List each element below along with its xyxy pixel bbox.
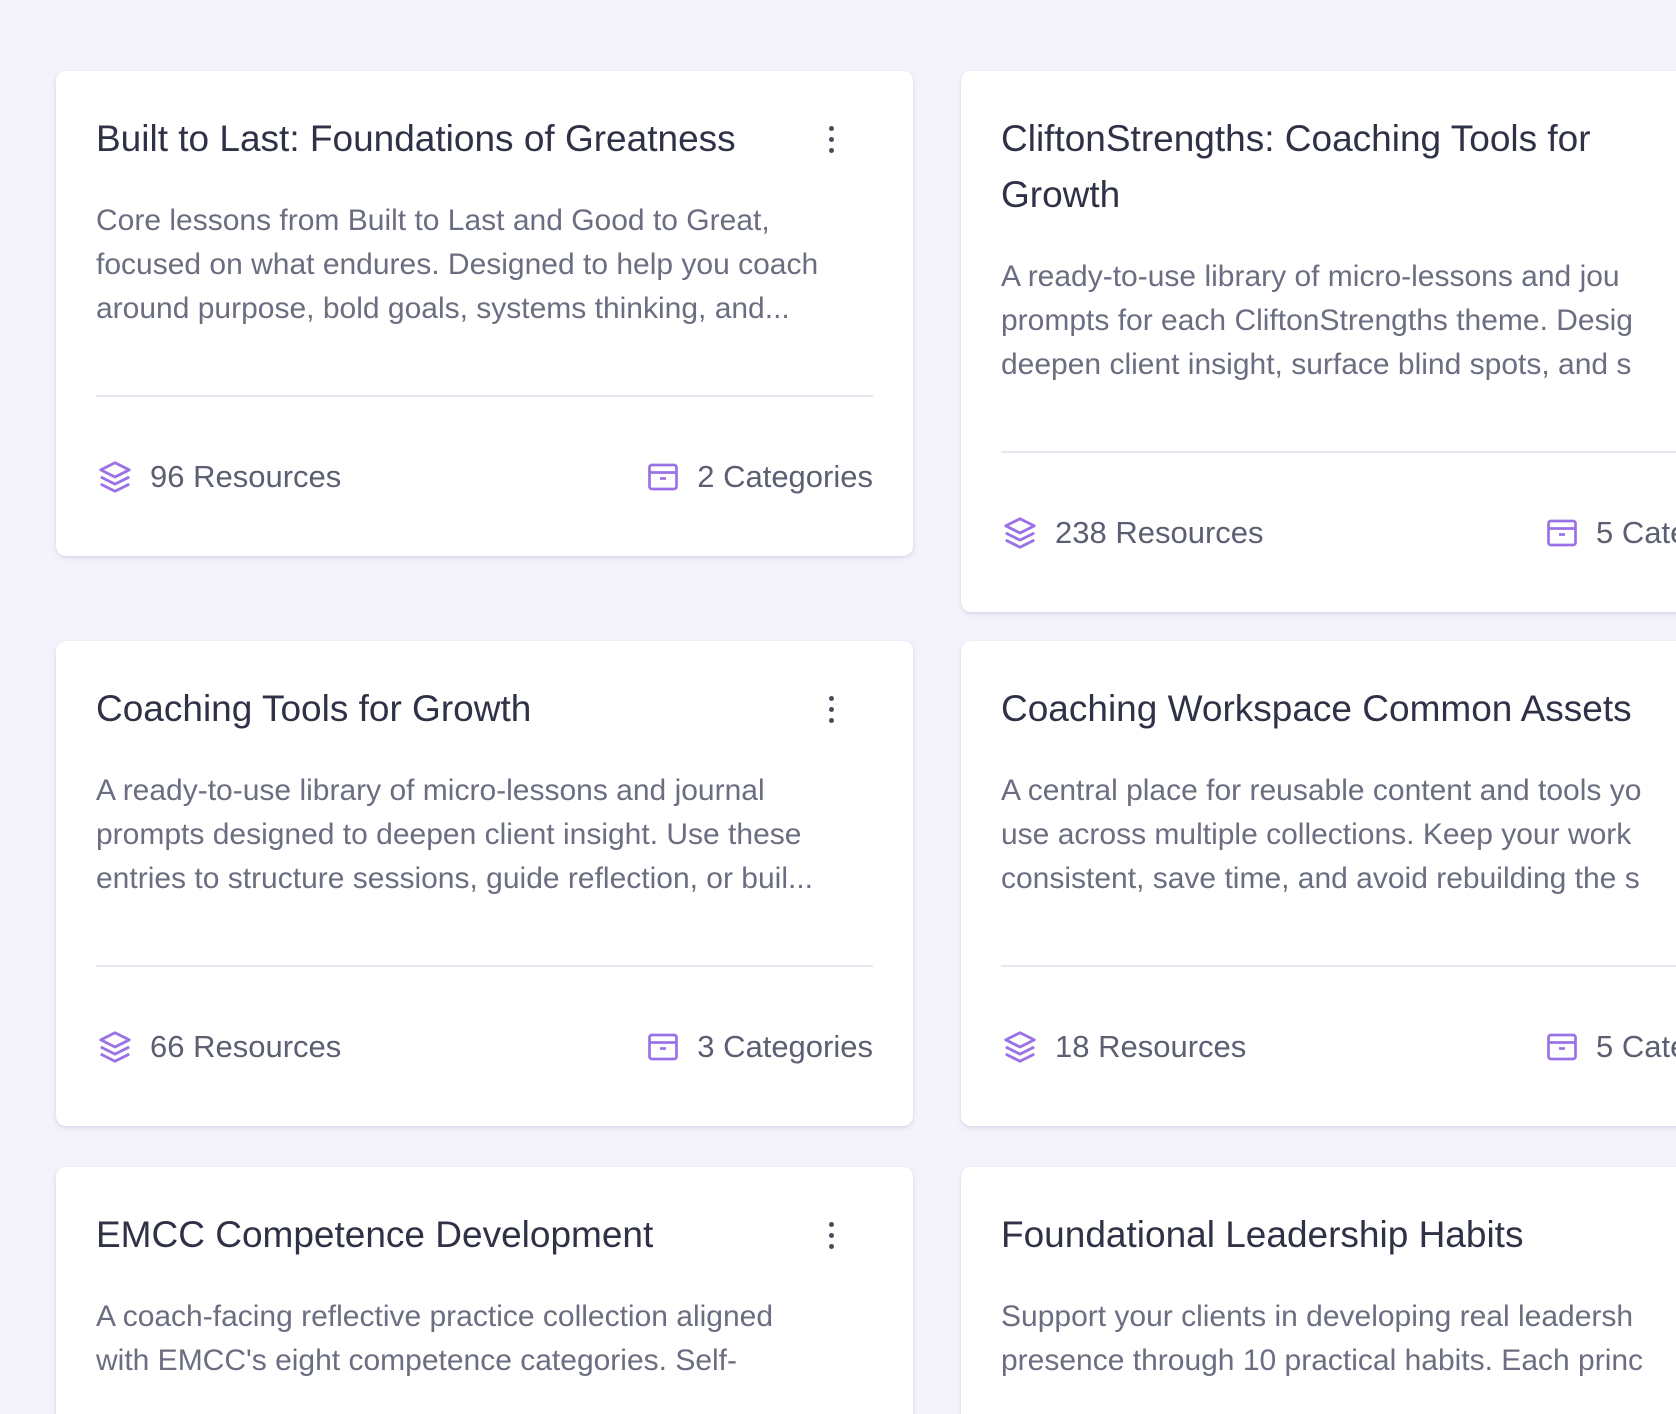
archive-box-icon bbox=[1547, 1033, 1577, 1060]
more-vertical-icon[interactable] bbox=[811, 681, 851, 737]
card-title: CliftonStrengths: Coaching Tools for Gro… bbox=[1001, 118, 1591, 215]
archive-box-icon bbox=[1547, 519, 1577, 546]
resources-count: 18 Resources bbox=[1001, 1028, 1246, 1066]
more-vertical-icon[interactable] bbox=[811, 1207, 851, 1263]
collection-card-coaching-tools[interactable]: Coaching Tools for Growth A ready-to-use… bbox=[56, 641, 913, 1126]
card-description: Support your clients in developing real … bbox=[1001, 1300, 1644, 1377]
categories-count: 5 Cate bbox=[1544, 1029, 1676, 1065]
stack-layers-icon bbox=[99, 1030, 131, 1063]
collection-card-built-to-last[interactable]: Built to Last: Foundations of Greatness … bbox=[56, 71, 913, 556]
card-title: Foundational Leadership Habits bbox=[1001, 1214, 1524, 1255]
resources-count: 96 Resources bbox=[96, 458, 341, 496]
archive-box-icon bbox=[648, 463, 679, 490]
card-title: Coaching Tools for Growth bbox=[96, 688, 532, 729]
card-title: EMCC Competence Development bbox=[96, 1214, 654, 1255]
stack-layers-icon bbox=[1004, 1030, 1036, 1063]
collection-card-emcc[interactable]: EMCC Competence Development A coach-faci… bbox=[56, 1167, 913, 1414]
collection-card-cliftonstrengths[interactable]: CliftonStrengths: Coaching Tools for Gro… bbox=[961, 71, 1676, 612]
collections-grid: Built to Last: Foundations of Greatness … bbox=[0, 0, 1676, 1414]
more-vertical-icon[interactable] bbox=[811, 111, 851, 167]
categories-count: 5 Cate bbox=[1544, 515, 1676, 551]
card-description: A ready-to-use library of micro-lessons … bbox=[96, 774, 814, 895]
categories-count: 3 Categories bbox=[645, 1029, 873, 1065]
collection-card-common-assets[interactable]: Coaching Workspace Common Assets A centr… bbox=[961, 641, 1676, 1126]
categories-count: 2 Categories bbox=[645, 459, 873, 495]
card-description: A central place for reusable content and… bbox=[1001, 774, 1642, 895]
stack-layers-icon bbox=[1004, 516, 1036, 549]
card-title: Built to Last: Foundations of Greatness bbox=[96, 118, 736, 159]
archive-box-icon bbox=[648, 1033, 679, 1060]
card-title: Coaching Workspace Common Assets bbox=[1001, 688, 1632, 729]
resources-count: 238 Resources bbox=[1001, 514, 1264, 552]
stack-layers-icon bbox=[99, 460, 131, 493]
card-description: Core lessons from Built to Last and Good… bbox=[96, 204, 819, 325]
card-description: A coach-facing reflective practice colle… bbox=[96, 1300, 774, 1377]
resources-count: 66 Resources bbox=[96, 1028, 341, 1066]
card-description: A ready-to-use library of micro-lessons … bbox=[1001, 260, 1633, 381]
collection-card-leadership-habits[interactable]: Foundational Leadership Habits Support y… bbox=[961, 1167, 1676, 1414]
